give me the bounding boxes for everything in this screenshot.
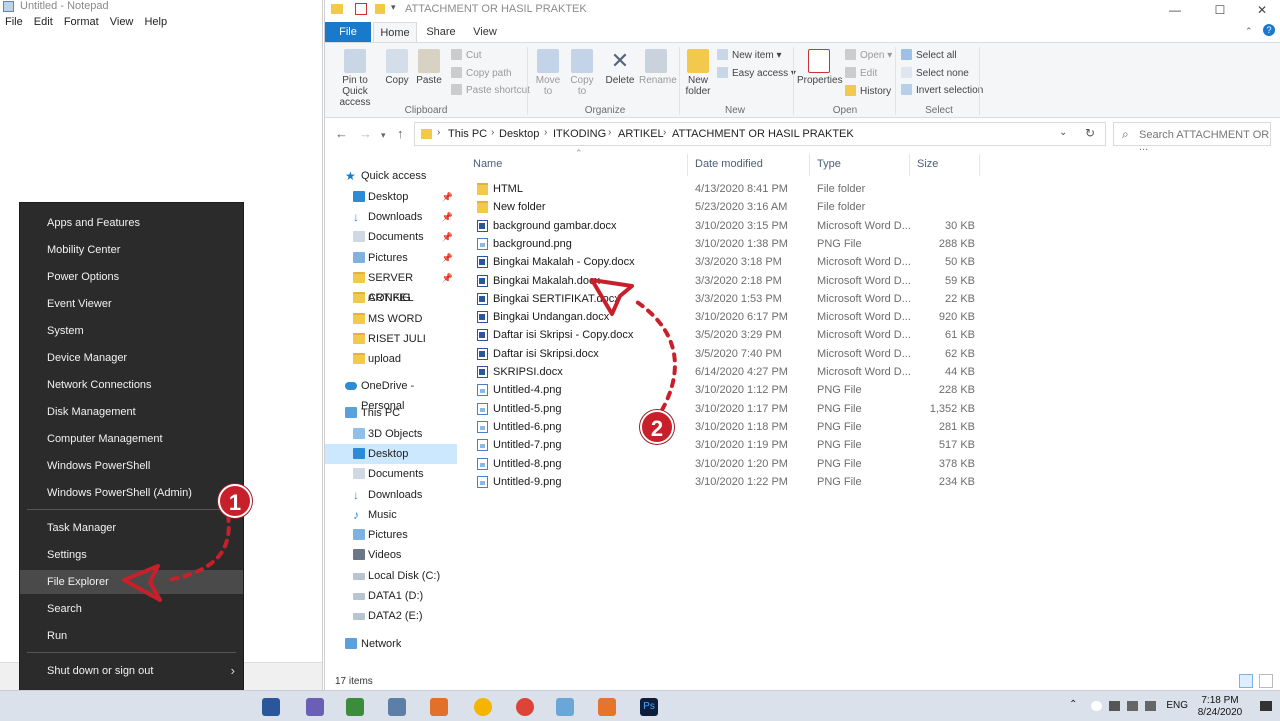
step-1-badge: 1 xyxy=(218,484,252,518)
arrow-path-step-2 xyxy=(632,298,677,412)
xampp-taskbar-icon[interactable] xyxy=(598,698,616,716)
annotation-arrows xyxy=(122,278,677,602)
arrow-path-step-1 xyxy=(166,513,231,582)
language-indicator[interactable]: ENG xyxy=(1166,700,1188,711)
word-taskbar-icon[interactable] xyxy=(262,698,280,716)
chrome-taskbar-icon[interactable] xyxy=(516,698,534,716)
taskbar: Ps ⌃ ENG 7:18 PM 8/24/2020 xyxy=(0,690,1280,721)
photoshop-taskbar-icon[interactable]: Ps xyxy=(640,698,658,716)
network-tool-taskbar-icon[interactable] xyxy=(306,698,324,716)
arrowhead-step-2-icon xyxy=(590,278,634,316)
volume-icon[interactable] xyxy=(1145,701,1156,711)
system-tray: ⌃ ENG 7:18 PM 8/24/2020 xyxy=(1060,691,1280,721)
onedrive-tray-icon[interactable] xyxy=(1091,701,1102,711)
battery-icon[interactable] xyxy=(1109,701,1120,711)
show-hidden-icons-chevron-icon[interactable]: ⌃ xyxy=(1069,699,1080,710)
notification-center-icon[interactable] xyxy=(1260,701,1272,711)
wifi-icon[interactable] xyxy=(1127,701,1138,711)
step-2-badge: 2 xyxy=(640,410,674,444)
editor-taskbar-icon[interactable] xyxy=(346,698,364,716)
virtualbox-taskbar-icon[interactable] xyxy=(388,698,406,716)
clock[interactable]: 7:18 PM 8/24/2020 xyxy=(1190,695,1250,719)
media-taskbar-icon[interactable] xyxy=(474,698,492,716)
clock-date: 8/24/2020 xyxy=(1197,707,1243,718)
clock-time: 7:18 PM xyxy=(1201,695,1239,706)
arrowhead-step-1-icon xyxy=(122,564,162,602)
notepad-taskbar-icon[interactable] xyxy=(556,698,574,716)
sublime-taskbar-icon[interactable] xyxy=(430,698,448,716)
